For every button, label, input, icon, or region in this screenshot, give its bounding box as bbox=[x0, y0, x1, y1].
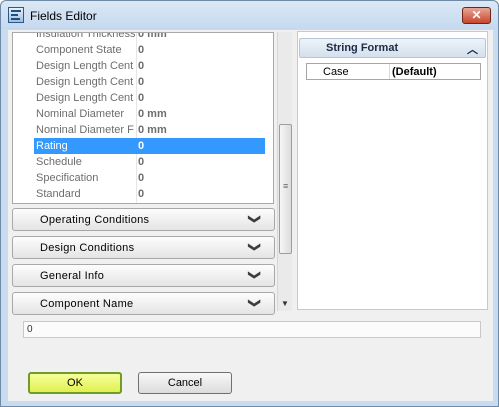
chevron-down-icon: ❯ bbox=[248, 241, 263, 253]
property-row[interactable]: Standard 0 bbox=[13, 186, 271, 202]
property-row[interactable]: Design Length Cent 0 bbox=[13, 90, 271, 106]
property-grid[interactable]: Insulation Thickness 0 mm Component State 0… bbox=[12, 32, 274, 204]
string-format-header[interactable]: String Format ︿ bbox=[299, 38, 486, 58]
property-name: Specification bbox=[36, 172, 99, 184]
section-operating-conditions[interactable]: Operating Conditions ❯ bbox=[12, 208, 275, 231]
property-value[interactable]: 0 bbox=[138, 60, 144, 72]
chevron-up-icon: ︿ bbox=[467, 44, 478, 56]
description-value: 0 bbox=[27, 324, 33, 335]
property-name: Standard bbox=[36, 188, 81, 200]
section-label: General Info bbox=[40, 270, 105, 282]
close-button[interactable]: ✕ bbox=[462, 7, 491, 24]
chevron-down-icon: ❯ bbox=[248, 213, 263, 225]
property-value[interactable]: 0 mm bbox=[138, 33, 167, 40]
scroll-down-arrow-icon[interactable]: ▼ bbox=[281, 299, 289, 308]
property-name: Design Length Cent bbox=[36, 60, 134, 72]
property-name: Rating bbox=[34, 138, 135, 154]
string-format-panel: String Format ︿ Case (Default) bbox=[297, 31, 488, 310]
property-value[interactable]: 0 bbox=[135, 138, 265, 154]
property-row[interactable]: Nominal Diameter 0 mm bbox=[13, 106, 271, 122]
chevron-down-icon: ❯ bbox=[248, 269, 263, 281]
property-row[interactable]: Schedule 0 bbox=[13, 154, 271, 170]
property-value[interactable]: 0 bbox=[138, 92, 144, 104]
property-name: Design Length Cent bbox=[36, 92, 134, 104]
property-name: Nominal Diameter F bbox=[36, 124, 134, 136]
fields-editor-app-icon bbox=[8, 7, 24, 23]
property-value[interactable]: 0 bbox=[138, 76, 144, 88]
close-icon: ✕ bbox=[471, 8, 482, 22]
property-value[interactable]: 0 mm bbox=[138, 108, 167, 120]
properties-panel: Insulation Thickness 0 mm Component State 0… bbox=[12, 32, 293, 315]
section-label: Design Conditions bbox=[40, 242, 135, 254]
section-general-info[interactable]: General Info ❯ bbox=[12, 264, 275, 287]
ok-button[interactable]: OK bbox=[28, 372, 122, 394]
property-value[interactable]: 0 bbox=[138, 156, 144, 168]
property-value[interactable]: 0 bbox=[138, 44, 144, 56]
section-label: Component Name bbox=[40, 298, 134, 310]
section-label: Operating Conditions bbox=[40, 214, 150, 226]
property-row[interactable]: Design Length Cent 0 bbox=[13, 58, 271, 74]
vertical-scrollbar[interactable]: ≡ ▼ bbox=[277, 32, 292, 311]
property-row[interactable]: Insulation Thickness 0 mm bbox=[13, 32, 271, 42]
property-name: Design Length Cent bbox=[36, 76, 134, 88]
property-row[interactable]: Nominal Diameter F 0 mm bbox=[13, 122, 271, 138]
property-row[interactable]: Specification 0 bbox=[13, 170, 271, 186]
chevron-down-icon: ❯ bbox=[248, 297, 263, 309]
property-row[interactable]: Component State 0 bbox=[13, 42, 271, 58]
description-field: 0 bbox=[23, 321, 481, 338]
property-value[interactable]: 0 mm bbox=[138, 124, 167, 136]
grip-icon: ≡ bbox=[283, 181, 289, 191]
column-divider bbox=[389, 64, 390, 79]
property-name: Insulation Thickness bbox=[36, 32, 135, 40]
case-label: Case bbox=[323, 66, 349, 78]
case-value[interactable]: (Default) bbox=[392, 66, 437, 78]
section-component-name[interactable]: Component Name ❯ bbox=[12, 292, 275, 315]
dialog-body: Insulation Thickness 0 mm Component State 0… bbox=[8, 30, 493, 401]
fields-editor-window: Fields Editor ✕ Insulation Thickness 0 mm… bbox=[0, 0, 499, 407]
property-name: Nominal Diameter bbox=[36, 108, 125, 120]
property-row[interactable]: Design Length Cent 0 bbox=[13, 74, 271, 90]
property-row[interactable]: Rating 0 bbox=[13, 138, 271, 154]
case-row[interactable]: Case (Default) bbox=[306, 63, 481, 80]
title-bar: Fields Editor ✕ bbox=[1, 1, 498, 29]
property-name: Schedule bbox=[36, 156, 82, 168]
window-title: Fields Editor bbox=[30, 9, 97, 23]
section-design-conditions[interactable]: Design Conditions ❯ bbox=[12, 236, 275, 259]
property-value[interactable]: 0 bbox=[138, 172, 144, 184]
scrollbar-thumb[interactable]: ≡ bbox=[279, 124, 292, 254]
property-name: Component State bbox=[36, 44, 122, 56]
property-value[interactable]: 0 bbox=[138, 188, 144, 200]
cancel-button[interactable]: Cancel bbox=[138, 372, 232, 394]
string-format-title: String Format bbox=[326, 42, 399, 54]
